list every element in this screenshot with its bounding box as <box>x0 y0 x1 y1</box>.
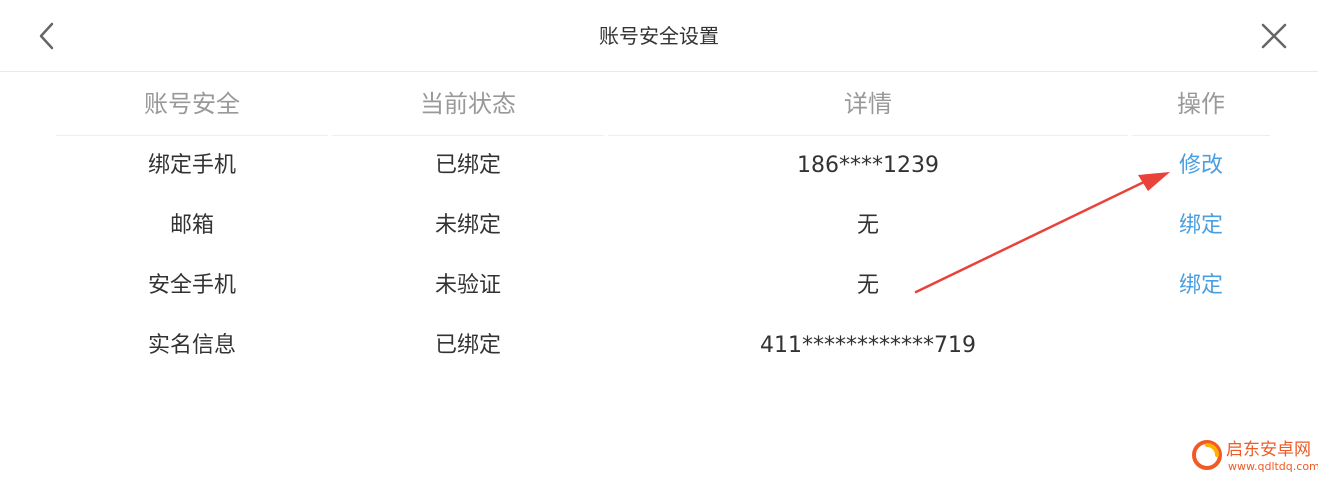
row-action <box>1132 316 1270 376</box>
watermark-name: 启东安卓网 <box>1226 440 1311 460</box>
row-item-label: 实名信息 <box>147 333 236 358</box>
table-row: 实名信息 已绑定 411************719 <box>56 316 1270 376</box>
table-row: 绑定手机 已绑定 186****1239 修改 <box>56 136 1270 196</box>
column-header-detail: 详情 <box>608 72 1128 136</box>
table-row: 邮箱 未绑定 无 绑定 <box>56 196 1270 256</box>
row-detail: 无 <box>856 213 879 238</box>
row-detail: 411************719 <box>760 333 976 358</box>
bind-security-phone-button[interactable]: 绑定 <box>1132 256 1270 316</box>
watermark-url: www.qdltdq.com <box>1228 460 1318 473</box>
row-item-label: 邮箱 <box>169 213 214 238</box>
row-detail: 186****1239 <box>797 153 939 178</box>
bind-email-button[interactable]: 绑定 <box>1132 196 1270 256</box>
account-security-table: 账号安全 当前状态 详情 操作 绑定手机 已绑定 186****1239 修改 … <box>56 72 1270 376</box>
column-header-status: 当前状态 <box>332 72 604 136</box>
row-status: 未验证 <box>434 273 501 298</box>
site-logo-icon <box>1192 440 1222 470</box>
site-watermark: 启东安卓网 www.qdltdq.com <box>1190 438 1318 476</box>
top-bar: 账号安全设置 <box>0 0 1318 72</box>
close-button[interactable] <box>1254 16 1294 56</box>
row-item-label: 绑定手机 <box>147 153 236 178</box>
table-header: 账号安全 当前状态 详情 操作 <box>56 72 1270 136</box>
row-status: 已绑定 <box>434 153 501 178</box>
row-detail: 无 <box>856 273 879 298</box>
row-status: 未绑定 <box>434 213 501 238</box>
column-header-action: 操作 <box>1132 72 1270 136</box>
row-item-label: 安全手机 <box>147 273 236 298</box>
column-header-account-security: 账号安全 <box>56 72 328 136</box>
row-status: 已绑定 <box>434 333 501 358</box>
close-icon <box>1261 23 1287 49</box>
page-title: 账号安全设置 <box>599 24 719 48</box>
table-row: 安全手机 未验证 无 绑定 <box>56 256 1270 316</box>
modify-phone-button[interactable]: 修改 <box>1132 136 1270 196</box>
